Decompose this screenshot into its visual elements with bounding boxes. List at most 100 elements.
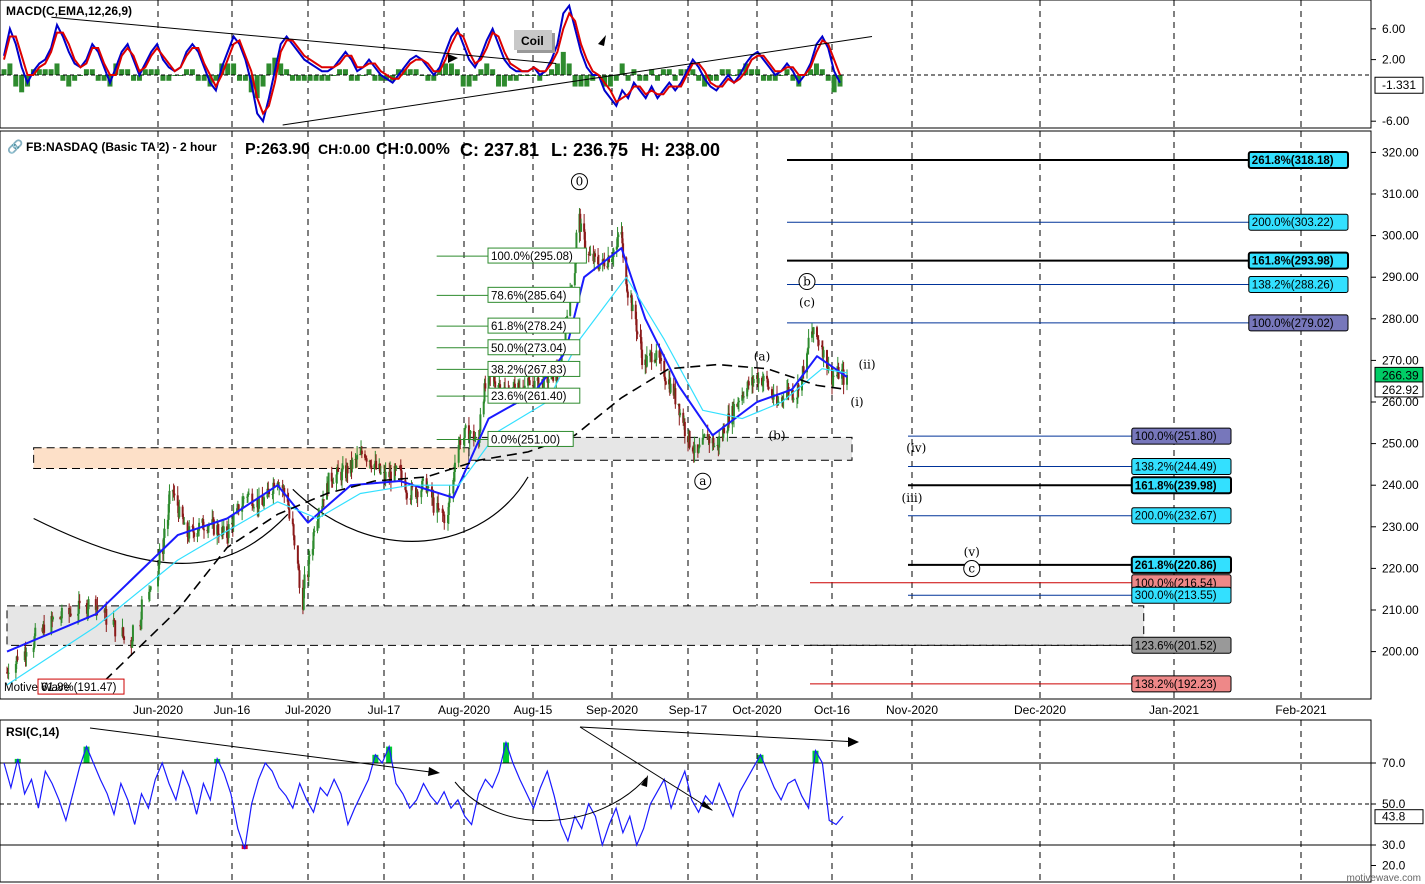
candle-body (222, 526, 225, 532)
last-price-label-0: 266.39 (1382, 368, 1419, 382)
macd-hist-bar (342, 69, 348, 75)
bottom-left-labels: 61.8%(191.47)Motive Wave (4, 678, 125, 695)
quote-change: CH:0.00 (318, 141, 370, 157)
fib-ret-label-0: 100.0%(295.08) (491, 251, 573, 263)
macd-hist-bar (54, 63, 60, 75)
candle-body (528, 380, 531, 386)
candle-body (645, 355, 648, 367)
candle-body (688, 430, 691, 448)
fib-ret-label-5: 23.6%(261.40) (491, 391, 567, 403)
candle-body (308, 554, 311, 557)
wave-label-8: (iv) (906, 441, 926, 455)
macd-hist-bar (660, 69, 666, 75)
candle-body (432, 497, 435, 513)
macd-hist-bar (454, 69, 460, 75)
candle-body (365, 458, 368, 462)
link-icon[interactable]: 🔗 (7, 138, 23, 155)
last-price-label-1: 262.92 (1382, 383, 1419, 397)
macd-title: MACD(C,EMA,12,26,9) (6, 4, 132, 18)
macd-hist-bar (490, 69, 496, 75)
candle-body (346, 466, 349, 474)
candle-body (757, 378, 760, 384)
price-ytick-label: 280.00 (1382, 312, 1419, 326)
candle-body (802, 366, 805, 373)
wave-label-9: (iii) (902, 491, 923, 505)
price-ytick-label: 230.00 (1382, 520, 1419, 534)
macd-hist-bar (713, 75, 719, 81)
candle-body (173, 493, 176, 496)
fib-lower-label-7: 123.6%(201.52) (1135, 640, 1217, 652)
macd-hist-bar (89, 69, 95, 75)
candle-body (747, 381, 750, 386)
candle-body (131, 625, 134, 642)
fib-ret-label-2: 61.8%(278.24) (491, 321, 567, 333)
candle-body (636, 331, 639, 335)
candle-body (25, 652, 28, 657)
macd-hist-bar (266, 63, 272, 75)
macd-hist-bar (236, 75, 242, 81)
candle-body (293, 535, 296, 546)
candle-body (767, 386, 770, 390)
candle-body (718, 436, 721, 448)
candle-body (650, 352, 653, 363)
macd-hist-bar (66, 75, 72, 87)
candle-body (263, 497, 265, 506)
date-tick-label: Jun-16 (214, 703, 251, 717)
macd-hist-bar (448, 63, 454, 75)
candle-body (96, 606, 99, 610)
fib-lower-label-3: 200.0%(232.67) (1135, 511, 1217, 523)
candle-body (443, 514, 446, 524)
candle-body (713, 445, 716, 447)
macd-hist-bar (607, 75, 613, 87)
fib-ret-label-6: 0.0%(251.00) (491, 434, 560, 446)
footer-brand: motivewave.com (1347, 873, 1421, 884)
macd-hist-bar (672, 75, 678, 81)
candle-body (482, 401, 485, 415)
macd-hist-bar (154, 69, 160, 75)
macd-hist-bar (354, 75, 360, 81)
macd-hist-bar (625, 75, 631, 81)
macd-hist-bar (696, 75, 702, 81)
price-ytick-label: 240.00 (1382, 478, 1419, 492)
candle-body (655, 350, 658, 360)
macd-hist-bar (13, 75, 19, 87)
macd-hist-bar (48, 69, 54, 75)
date-tick-label: Jul-17 (368, 703, 401, 717)
macd-hist-bar (501, 75, 507, 87)
date-tick-label: Jun-2020 (133, 703, 183, 717)
candle-body (16, 656, 19, 661)
candle-body (327, 472, 330, 494)
fib-upper-label-2: 161.8%(293.98) (1252, 256, 1334, 268)
macd-hist-bar (242, 75, 248, 81)
candle-body (812, 327, 815, 335)
candle-body (395, 466, 398, 469)
candle-body (573, 273, 576, 286)
macd-hist-bar (678, 69, 684, 75)
candle-body (723, 427, 726, 434)
candle-body (87, 599, 90, 610)
macd-hist-bar (319, 75, 325, 81)
macd-hist-bar (666, 69, 672, 75)
candle-body (411, 485, 414, 488)
macd-hist-bar (643, 75, 649, 81)
wave-label-0: 0 (576, 175, 584, 189)
macd-hist-bar (195, 75, 201, 81)
macd-hist-bar (42, 69, 48, 75)
macd-hist-bar (784, 69, 790, 75)
macd-hist-bar (407, 69, 413, 75)
candle-body (242, 497, 245, 499)
price-ytick-label: 290.00 (1382, 270, 1419, 284)
date-tick-label: Jul-2020 (285, 703, 331, 717)
macd-hist-bar (142, 69, 148, 75)
zone-0 (33, 447, 470, 470)
macd-hist-bar (819, 69, 825, 75)
macd-hist-bar (7, 63, 13, 75)
wave-label-2: (c) (799, 295, 815, 309)
date-tick-label: Aug-2020 (438, 703, 490, 717)
macd-hist-bar (289, 75, 295, 81)
fib-upper-label-3: 138.2%(288.26) (1252, 279, 1334, 291)
rsi-ytick-label: 20.0 (1382, 859, 1406, 873)
rsi-current-label: 43.8 (1382, 810, 1406, 824)
candle-body (351, 459, 354, 469)
fib-lower-label-6: 300.0%(213.55) (1135, 590, 1217, 602)
